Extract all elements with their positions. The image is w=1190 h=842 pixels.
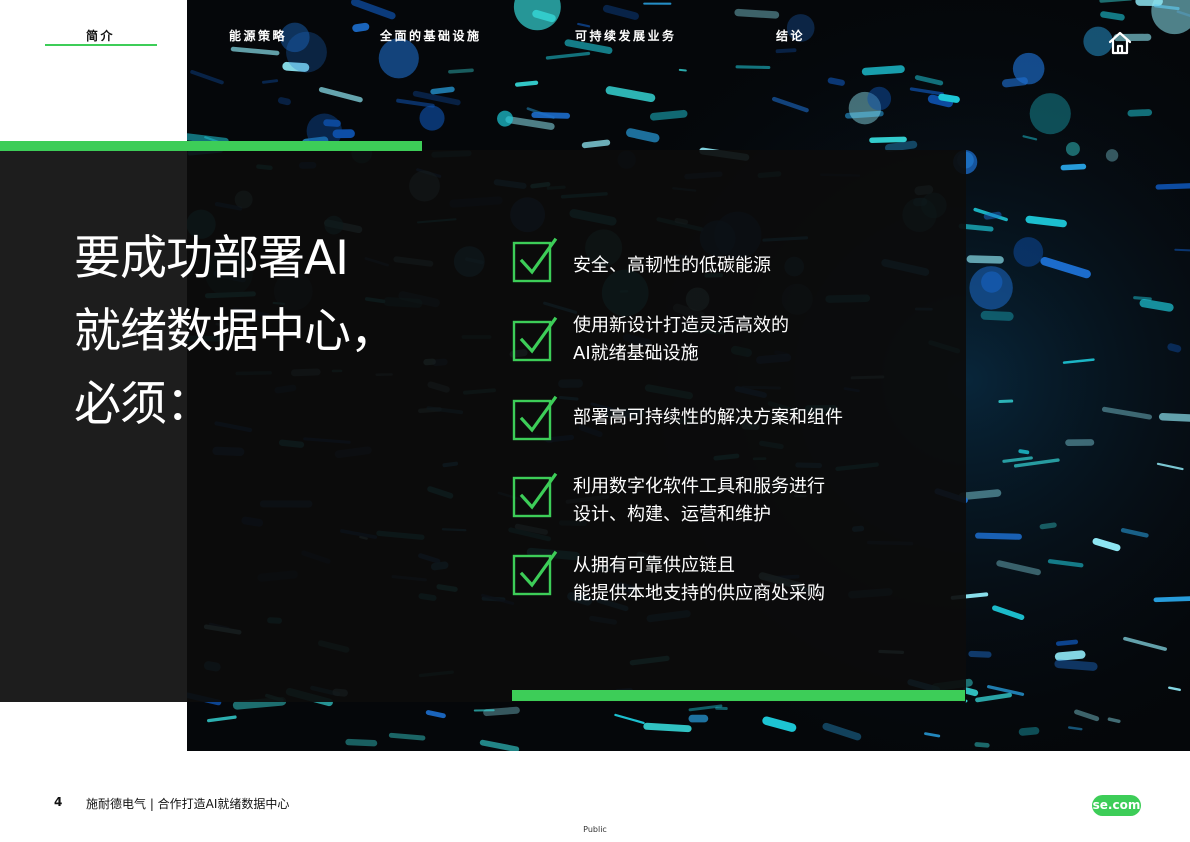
headline-line: 必须： <box>74 377 213 432</box>
requirement-item: 部署高可持续性的解决方案和组件 <box>573 404 843 432</box>
active-tab-underline <box>45 44 157 46</box>
headline-line: 要成功部署AI <box>74 231 349 286</box>
classification-label: Public <box>583 825 607 834</box>
nav-tab-sustainability[interactable]: 可持续发展业务 <box>575 27 677 44</box>
requirement-item: 从拥有可靠供应链且 能提供本地支持的供应商处采购 <box>573 552 825 608</box>
requirement-item: 利用数字化软件工具和服务进行 设计、构建、运营和维护 <box>573 473 825 529</box>
requirement-text: 设计、构建、运营和维护 <box>573 504 771 525</box>
top-navigation: 简介 能源策略 全面的基础设施 可持续发展业务 结论 <box>0 0 1190 70</box>
headline-line: 就绪数据中心， <box>74 304 397 359</box>
requirement-item: 安全、高韧性的低碳能源 <box>573 252 771 280</box>
requirement-text: AI就绪基础设施 <box>573 343 699 364</box>
page-number: 4 <box>54 795 63 809</box>
requirement-text: 能提供本地支持的供应商处采购 <box>573 583 825 604</box>
requirement-text: 使用新设计打造灵活高效的 <box>573 315 789 336</box>
footer-document-title: 施耐德电气 | 合作打造AI就绪数据中心 <box>86 797 290 811</box>
requirement-text: 安全、高韧性的低碳能源 <box>573 255 771 276</box>
requirement-item: 使用新设计打造灵活高效的 AI就绪基础设施 <box>573 312 789 368</box>
nav-tab-infrastructure[interactable]: 全面的基础设施 <box>380 27 482 44</box>
requirement-text: 从拥有可靠供应链且 <box>573 555 735 576</box>
checkbox-checked-icon <box>512 550 558 596</box>
accent-bar-bottom <box>512 690 965 701</box>
checkbox-checked-icon <box>512 472 558 518</box>
checkbox-checked-icon <box>512 316 558 362</box>
nav-tab-conclusion[interactable]: 结论 <box>776 27 805 44</box>
website-link-button[interactable]: se.com <box>1092 795 1141 816</box>
checkbox-checked-icon <box>512 237 558 283</box>
nav-tab-energy-strategy[interactable]: 能源策略 <box>229 27 287 44</box>
nav-tab-intro[interactable]: 简介 <box>86 27 115 44</box>
requirement-text: 部署高可持续性的解决方案和组件 <box>573 407 843 428</box>
requirement-text: 利用数字化软件工具和服务进行 <box>573 476 825 497</box>
page-headline: 要成功部署AI 就绪数据中心， 必须： <box>74 222 474 441</box>
accent-bar-top <box>0 141 422 151</box>
checkbox-checked-icon <box>512 395 558 441</box>
home-icon[interactable] <box>1106 30 1134 56</box>
